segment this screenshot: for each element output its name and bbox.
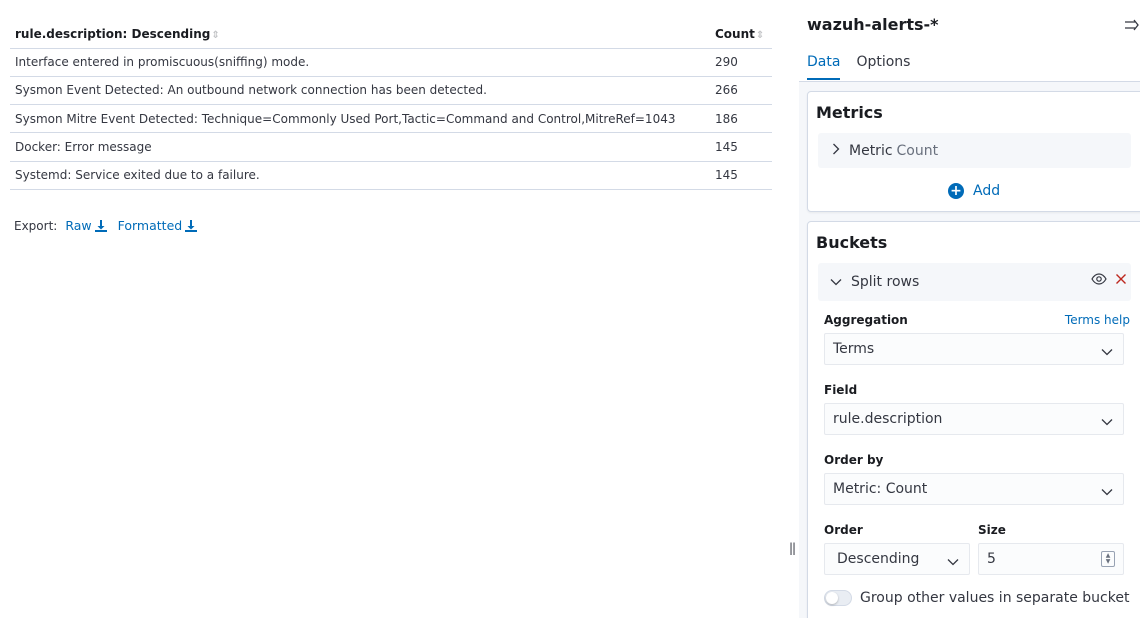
column-header-count[interactable]: Count⇕ — [710, 20, 772, 49]
table-cell-description: Sysmon Mitre Event Detected: Technique=C… — [10, 104, 710, 134]
sort-icon[interactable]: ⇕ — [211, 30, 219, 41]
table-cell-count: 145 — [710, 132, 772, 162]
table-row: Sysmon Mitre Event Detected: Technique=C… — [10, 104, 772, 134]
aggregation-select[interactable]: Terms — [824, 333, 1124, 365]
aggregation-value: Terms — [833, 341, 875, 357]
column-header-description[interactable]: rule.description: Descending⇕ — [10, 20, 710, 49]
order-select[interactable]: Descending — [824, 543, 970, 575]
index-pattern-title: wazuh-alerts-* — [807, 15, 939, 34]
eye-icon[interactable] — [1091, 273, 1107, 289]
export-label: Export: — [14, 218, 58, 233]
field-value: rule.description — [833, 411, 943, 427]
add-label: Add — [973, 183, 1001, 199]
table-row: Sysmon Event Detected: An outbound netwo… — [10, 76, 772, 106]
chevron-right-icon[interactable] — [832, 143, 840, 159]
metrics-title: Metrics — [816, 103, 883, 122]
group-other-label: Group other values in separate bucket — [860, 590, 1130, 606]
collapse-sidebar-icon[interactable] — [1124, 17, 1140, 36]
metrics-panel: Metrics Metric Count + Add — [807, 91, 1140, 212]
split-rows-label: Split rows — [851, 274, 920, 290]
chevron-down-icon — [947, 554, 959, 570]
column-header-label: Count — [715, 26, 755, 41]
metric-count-row[interactable]: Metric Count — [818, 133, 1131, 168]
download-icon — [185, 219, 198, 232]
tab-options[interactable]: Options — [856, 54, 910, 80]
download-icon — [94, 219, 107, 232]
order-by-select[interactable]: Metric: Count — [824, 473, 1124, 505]
close-icon[interactable] — [1115, 273, 1127, 289]
table-row: Systemd: Service exited due to a failure… — [10, 161, 772, 190]
panel-resize-handle[interactable]: || — [789, 541, 796, 555]
export-raw-link[interactable]: Raw — [65, 218, 107, 233]
size-label: Size — [978, 523, 1006, 537]
chevron-down-icon — [1101, 484, 1113, 500]
order-by-value: Metric: Count — [833, 481, 928, 497]
group-other-toggle-row: Group other values in separate bucket — [824, 590, 1129, 606]
table-cell-count: 186 — [710, 104, 772, 134]
chevron-down-icon — [1101, 414, 1113, 430]
field-label: Field — [824, 383, 858, 397]
chevron-down-icon — [1101, 344, 1113, 360]
buckets-panel: Buckets Split rows Aggregation Terms hel… — [807, 221, 1140, 618]
table-header-row: rule.description: Descending⇕ Count⇕ — [10, 20, 772, 49]
sidebar-tabs: Data Options — [807, 54, 926, 80]
table-cell-description: Sysmon Event Detected: An outbound netwo… — [10, 76, 710, 106]
order-by-label: Order by — [824, 453, 884, 467]
data-table-container: rule.description: Descending⇕ Count⇕ Int… — [10, 20, 772, 190]
metric-value: Count — [896, 142, 939, 159]
table-row: Interface entered in promiscuous(sniffin… — [10, 48, 772, 77]
column-header-label: rule.description: Descending — [15, 26, 211, 41]
export-formatted-label: Formatted — [117, 218, 183, 233]
split-rows-actions — [1091, 273, 1127, 289]
size-input[interactable]: 5 ▲ ▼ — [978, 543, 1124, 575]
table-cell-count: 145 — [710, 161, 772, 190]
export-raw-label: Raw — [65, 218, 92, 233]
metric-label: Metric — [849, 142, 893, 159]
sidebar-header: wazuh-alerts-* Data Options — [799, 0, 1140, 82]
size-value: 5 — [987, 551, 996, 567]
terms-help-link[interactable]: Terms help — [1065, 313, 1130, 327]
aggregation-label: Aggregation — [824, 313, 908, 327]
add-metric-button[interactable]: + Add — [948, 183, 1000, 199]
table-cell-description: Docker: Error message — [10, 132, 710, 162]
table-cell-description: Interface entered in promiscuous(sniffin… — [10, 48, 710, 77]
editor-sidebar: wazuh-alerts-* Data Options Metrics Metr… — [799, 0, 1140, 618]
split-rows-header[interactable]: Split rows — [818, 263, 1131, 301]
field-select[interactable]: rule.description — [824, 403, 1124, 435]
table-row: Docker: Error message 145 — [10, 132, 772, 162]
order-label: Order — [824, 523, 863, 537]
sort-icon[interactable]: ⇕ — [756, 30, 764, 41]
data-table: rule.description: Descending⇕ Count⇕ Int… — [10, 20, 772, 190]
buckets-title: Buckets — [816, 233, 888, 252]
number-stepper-icon[interactable]: ▲ ▼ — [1101, 551, 1115, 567]
group-other-switch[interactable] — [824, 590, 852, 606]
table-cell-count: 266 — [710, 76, 772, 106]
order-value: Descending — [837, 551, 920, 567]
table-cell-count: 290 — [710, 48, 772, 77]
chevron-down-icon[interactable] — [830, 274, 842, 290]
plus-circle-icon: + — [948, 183, 964, 199]
table-cell-description: Systemd: Service exited due to a failure… — [10, 161, 710, 190]
export-formatted-link[interactable]: Formatted — [118, 218, 198, 233]
export-bar: Export: Raw Formatted — [14, 218, 198, 233]
switch-knob — [826, 592, 838, 604]
tab-data[interactable]: Data — [807, 54, 841, 80]
